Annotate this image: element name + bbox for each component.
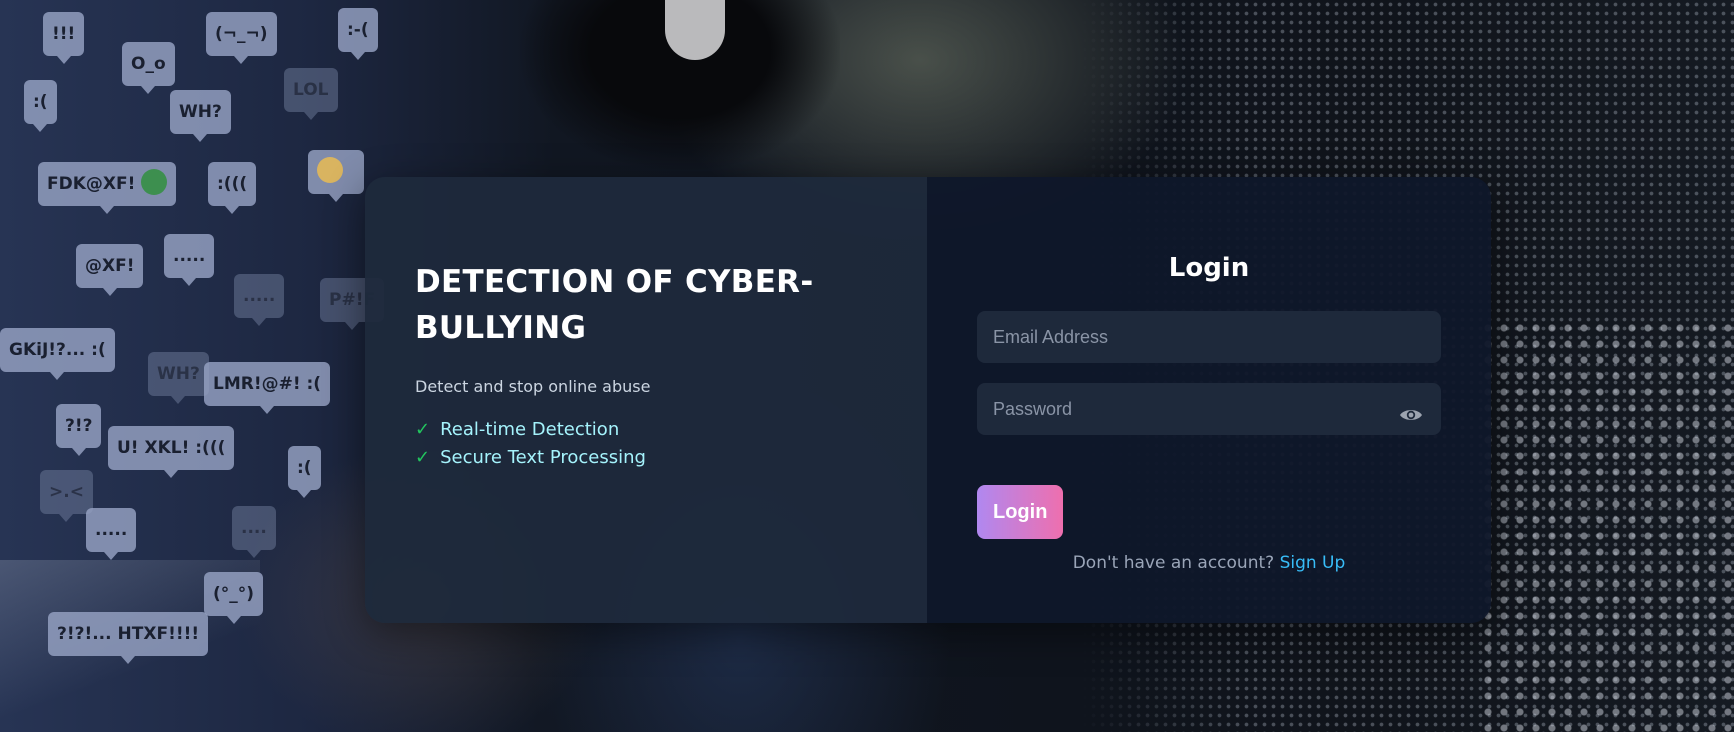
feature-list: ✓ Real-time Detection ✓ Secure Text Proces… — [415, 416, 877, 472]
check-icon: ✓ — [415, 419, 431, 440]
green-face-icon — [141, 169, 168, 195]
chat-bubble: ..... — [234, 274, 285, 326]
hero-panel: DETECTION OF CYBER-BULLYING Detect and s… — [365, 177, 927, 623]
mesh-texture-large — [1480, 320, 1734, 732]
login-title: Login — [1168, 253, 1250, 283]
chat-bubble: ..... — [86, 508, 137, 560]
chat-bubble: .... — [232, 506, 276, 558]
email-field[interactable] — [977, 311, 1441, 363]
chat-bubble: :((( — [208, 162, 257, 214]
person-ear — [665, 0, 725, 60]
chat-bubble: O_o — [122, 42, 175, 94]
chat-bubble: (¬_¬) — [206, 12, 277, 64]
chat-bubble: LOL — [284, 68, 338, 120]
auth-card: DETECTION OF CYBER-BULLYING Detect and s… — [365, 177, 1491, 623]
chat-bubble: ?!?!... HTXF!!!! — [48, 612, 209, 664]
chat-bubble: :( — [24, 80, 57, 132]
chat-bubble: FDK@XF! — [38, 162, 177, 214]
chat-bubble: >.< — [40, 470, 93, 522]
chat-bubble: ..... — [164, 234, 215, 286]
feature-item: ✓ Secure Text Processing — [415, 447, 646, 468]
chat-bubble: (°_°) — [204, 572, 264, 624]
hero-subtitle: Detect and stop online abuse — [415, 377, 651, 396]
password-field[interactable] — [977, 383, 1441, 435]
chat-bubble: LMR!@#! :( — [204, 362, 331, 414]
feature-item: ✓ Real-time Detection — [415, 419, 620, 440]
chat-bubble: :( — [288, 446, 321, 498]
login-button[interactable]: Login — [977, 485, 1064, 539]
signup-link[interactable]: Sign Up — [1280, 553, 1346, 573]
eye-icon[interactable] — [1399, 407, 1423, 423]
chat-bubble: WH? — [170, 90, 231, 142]
chat-bubble: ?!? — [56, 404, 102, 456]
chat-bubble: :-( — [338, 8, 378, 60]
email-field-wrapper — [977, 311, 1441, 363]
hero-title: DETECTION OF CYBER-BULLYING — [415, 264, 814, 346]
frown-face-icon — [317, 157, 343, 183]
password-field-wrapper — [977, 383, 1441, 435]
chat-bubble: GKiJ!?... :( — [0, 328, 115, 380]
login-panel: Login Login Don't have an account? Sign … — [927, 177, 1491, 623]
signup-prompt-text: Don't have an account? — [1072, 553, 1275, 573]
chat-bubble: @XF! — [76, 244, 144, 296]
check-icon: ✓ — [415, 447, 431, 468]
chat-bubble — [308, 150, 364, 202]
chat-bubble: !!! — [43, 12, 85, 64]
chat-bubble: U! XKL! :((( — [108, 426, 235, 478]
signup-prompt: Don't have an account? Sign Up — [977, 553, 1441, 573]
chat-bubble: WH? — [148, 352, 209, 404]
